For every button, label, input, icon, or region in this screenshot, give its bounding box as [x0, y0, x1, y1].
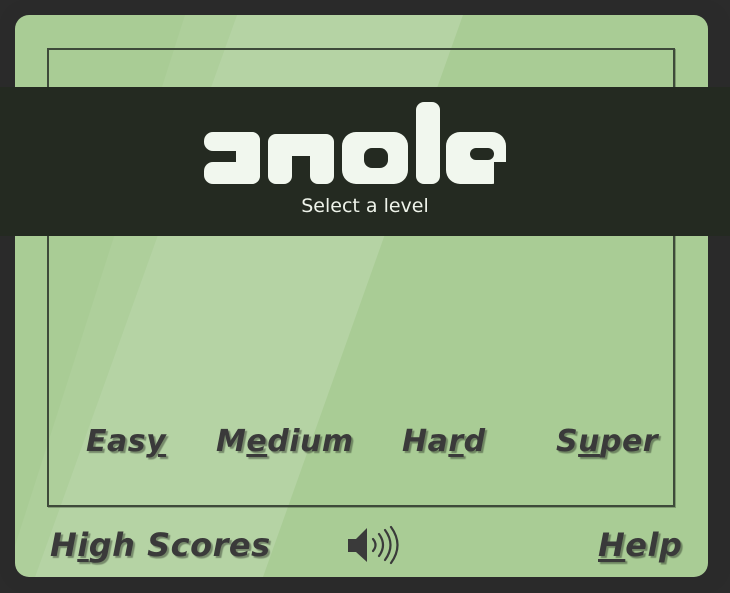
level-medium-shortcut-key: e [246, 424, 268, 459]
snake-logo [204, 102, 508, 184]
level-easy-shortcut-key: y [146, 424, 167, 459]
level-hard-label: Ha [402, 424, 449, 459]
high-scores-label-rest: gh Scores [88, 526, 271, 564]
select-level-prompt: Select a level [301, 195, 429, 217]
level-medium-label-rest: dium [267, 424, 354, 459]
level-easy-label: Eas [86, 424, 147, 459]
help-label-rest: elp [625, 526, 683, 564]
level-super-button[interactable]: Super [556, 422, 658, 462]
level-super-label-rest: per [599, 424, 659, 459]
level-super-label: S [556, 424, 579, 459]
level-medium-label: M [216, 424, 247, 459]
level-hard-label-rest: d [463, 424, 486, 459]
high-scores-label: H [50, 526, 78, 564]
level-hard-shortcut-key: r [448, 424, 464, 459]
high-scores-button[interactable]: High Scores [50, 524, 271, 566]
level-medium-button[interactable]: Medium [216, 422, 354, 462]
level-super-shortcut-key: u [578, 424, 600, 459]
level-easy-button[interactable]: Easy [86, 422, 166, 462]
help-shortcut-key: H [598, 526, 626, 564]
help-button[interactable]: Help [598, 524, 682, 566]
speaker-sound-on-icon[interactable] [345, 524, 403, 566]
high-scores-shortcut-key: i [77, 526, 89, 564]
level-hard-button[interactable]: Hard [402, 422, 486, 462]
